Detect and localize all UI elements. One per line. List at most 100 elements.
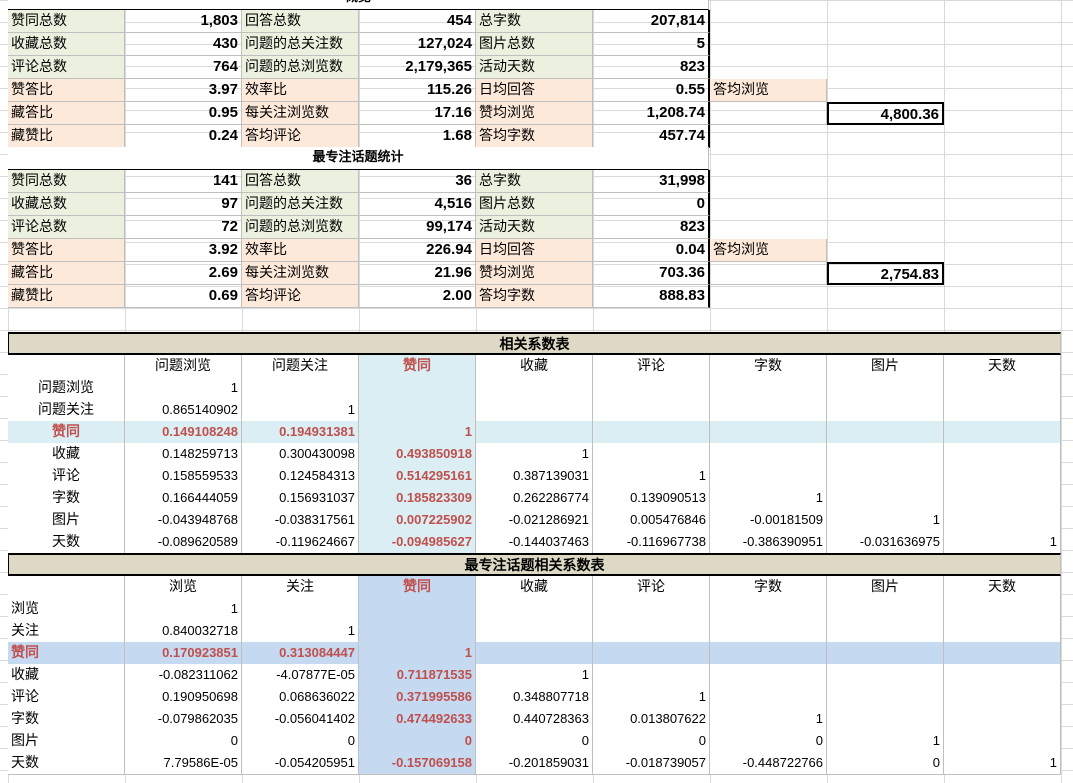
value-cell[interactable]: 823	[593, 56, 710, 79]
label-cell[interactable]: 收藏总数	[8, 33, 125, 56]
label-cell[interactable]: 评论总数	[8, 56, 125, 79]
data-cell[interactable]	[593, 421, 710, 444]
data-cell[interactable]: 0	[359, 730, 476, 753]
label-cell[interactable]: 每关注浏览数	[242, 262, 359, 285]
value-cell[interactable]: 97	[125, 193, 242, 216]
data-cell[interactable]: 0.262286774	[476, 487, 593, 510]
data-cell[interactable]	[593, 443, 710, 466]
column-header[interactable]: 字数	[710, 355, 827, 378]
data-cell[interactable]: -0.031636975	[827, 531, 944, 554]
data-cell[interactable]: -0.157069158	[359, 752, 476, 775]
data-cell[interactable]	[593, 642, 710, 665]
data-cell[interactable]	[710, 377, 827, 400]
value-cell[interactable]: 115.26	[359, 79, 476, 102]
data-cell[interactable]	[593, 598, 710, 621]
data-cell[interactable]: 0.139090513	[593, 487, 710, 510]
data-cell[interactable]	[476, 399, 593, 422]
data-cell[interactable]	[593, 399, 710, 422]
row-header[interactable]: 图片	[8, 509, 125, 532]
data-cell[interactable]	[827, 465, 944, 488]
value-cell[interactable]: 0.04	[593, 239, 710, 262]
column-header[interactable]: 收藏	[476, 355, 593, 378]
data-cell[interactable]: 1	[944, 531, 1061, 554]
data-cell[interactable]: 0	[593, 730, 710, 753]
value-cell[interactable]: 4,800.36	[827, 102, 944, 125]
data-cell[interactable]	[827, 664, 944, 687]
data-cell[interactable]	[944, 377, 1061, 400]
data-cell[interactable]: 0.190950698	[125, 686, 242, 709]
data-cell[interactable]: 0.840032718	[125, 620, 242, 643]
data-cell[interactable]	[944, 443, 1061, 466]
data-cell[interactable]: -0.021286921	[476, 509, 593, 532]
value-cell[interactable]: 31,998	[593, 170, 710, 193]
column-header[interactable]: 评论	[593, 355, 710, 378]
data-cell[interactable]: 1	[593, 686, 710, 709]
data-cell[interactable]	[944, 487, 1061, 510]
data-cell[interactable]: -0.119624667	[242, 531, 359, 554]
row-header[interactable]: 评论	[8, 686, 125, 709]
label-cell[interactable]: 问题的总关注数	[242, 193, 359, 216]
label-cell[interactable]: 总字数	[476, 170, 593, 193]
label-cell[interactable]: 答均浏览	[710, 239, 827, 262]
data-cell[interactable]	[476, 620, 593, 643]
data-cell[interactable]: -0.056041402	[242, 708, 359, 731]
column-header[interactable]: 收藏	[476, 576, 593, 599]
data-cell[interactable]: -0.386390951	[710, 531, 827, 554]
value-cell[interactable]: 226.94	[359, 239, 476, 262]
overview-title[interactable]: 概览	[8, 0, 709, 10]
label-cell[interactable]: 藏赞比	[8, 285, 125, 308]
data-cell[interactable]: 0.514295161	[359, 465, 476, 488]
corr1-title[interactable]: 相关系数表	[9, 332, 1061, 355]
corr2-title[interactable]: 最专注话题相关系数表	[9, 553, 1061, 576]
value-cell[interactable]: 0.69	[125, 285, 242, 308]
data-cell[interactable]: 1	[476, 443, 593, 466]
data-cell[interactable]: 0.493850918	[359, 443, 476, 466]
data-cell[interactable]: 1	[242, 399, 359, 422]
data-cell[interactable]	[593, 377, 710, 400]
label-cell[interactable]: 问题的总关注数	[242, 33, 359, 56]
data-cell[interactable]: 0.158559533	[125, 465, 242, 488]
label-cell[interactable]: 回答总数	[242, 10, 359, 33]
data-cell[interactable]: 1	[944, 752, 1061, 775]
row-header[interactable]: 字数	[8, 487, 125, 510]
data-cell[interactable]: 0.170923851	[125, 642, 242, 665]
data-cell[interactable]	[359, 377, 476, 400]
label-cell[interactable]: 答均评论	[242, 285, 359, 308]
data-cell[interactable]: 0	[242, 730, 359, 753]
data-cell[interactable]	[242, 377, 359, 400]
label-cell[interactable]: 日均回答	[476, 239, 593, 262]
data-cell[interactable]: 1	[359, 642, 476, 665]
value-cell[interactable]: 0.24	[125, 125, 242, 148]
value-cell[interactable]: 0.55	[593, 79, 710, 102]
data-cell[interactable]	[710, 686, 827, 709]
data-cell[interactable]	[593, 664, 710, 687]
column-header[interactable]: 图片	[827, 355, 944, 378]
data-cell[interactable]: 0.149108248	[125, 421, 242, 444]
label-cell[interactable]: 评论总数	[8, 216, 125, 239]
label-cell[interactable]: 赞同总数	[8, 10, 125, 33]
data-cell[interactable]	[476, 377, 593, 400]
data-cell[interactable]: -0.089620589	[125, 531, 242, 554]
data-cell[interactable]: -0.054205951	[242, 752, 359, 775]
label-cell[interactable]: 总字数	[476, 10, 593, 33]
value-cell[interactable]: 1.68	[359, 125, 476, 148]
data-cell[interactable]	[359, 620, 476, 643]
data-cell[interactable]	[944, 465, 1061, 488]
column-header[interactable]: 赞同	[359, 355, 476, 378]
row-header[interactable]: 评论	[8, 465, 125, 488]
data-cell[interactable]: -0.038317561	[242, 509, 359, 532]
label-cell[interactable]: 藏答比	[8, 262, 125, 285]
data-cell[interactable]: 0.156931037	[242, 487, 359, 510]
label-cell[interactable]: 答均评论	[242, 125, 359, 148]
data-cell[interactable]: -0.448722766	[710, 752, 827, 775]
data-cell[interactable]	[944, 620, 1061, 643]
value-cell[interactable]: 21.96	[359, 262, 476, 285]
data-cell[interactable]	[944, 730, 1061, 753]
label-cell[interactable]: 活动天数	[476, 216, 593, 239]
label-cell[interactable]: 赞均浏览	[476, 262, 593, 285]
column-header[interactable]: 赞同	[359, 576, 476, 599]
value-cell[interactable]: 2,754.83	[827, 262, 944, 285]
row-header[interactable]: 天数	[8, 531, 125, 554]
value-cell[interactable]: 1,208.74	[593, 102, 710, 125]
data-cell[interactable]: -0.043948768	[125, 509, 242, 532]
